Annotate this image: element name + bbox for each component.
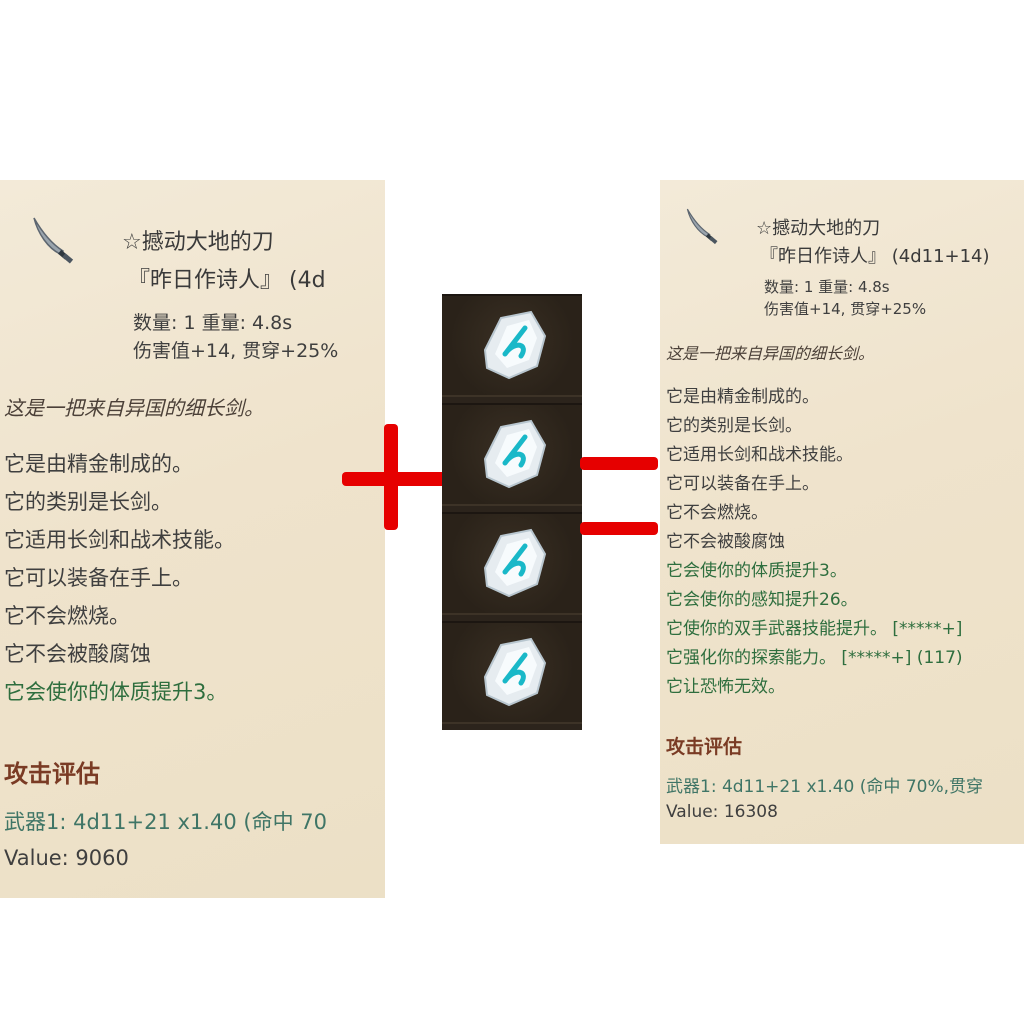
gem-icon xyxy=(483,310,547,380)
item-description: 这是一把来自异国的细长剑。 xyxy=(4,396,264,420)
weapon-line: 武器1: 4d11+21 x1.40 (命中 70 xyxy=(4,810,327,834)
weapon-line: 武器1: 4d11+21 x1.40 (命中 70%,贯穿 xyxy=(666,777,984,797)
stats-line-quantity-weight: 数量: 1 重量: 4.8s xyxy=(764,278,890,296)
gem-stack xyxy=(442,294,582,730)
equals-top-stroke xyxy=(580,457,658,470)
gem-icon xyxy=(483,528,547,598)
property-line: 它是由精金制成的。 xyxy=(4,452,193,476)
sword-icon xyxy=(686,208,718,245)
attack-evaluation-header: 攻击评估 xyxy=(666,736,743,758)
item-tooltip-after: ☆撼动大地的刀 『昨日作诗人』 (4d11+14) 数量: 1 重量: 4.8s… xyxy=(660,180,1024,844)
enchantment-line: 它强化你的探索能力。 [*****+] (117) xyxy=(666,648,963,668)
property-line: 它可以装备在手上。 xyxy=(666,474,819,494)
item-value: Value: 9060 xyxy=(4,846,129,870)
enchantment-line: 它使你的双手武器技能提升。 [*****+] xyxy=(666,619,963,639)
gem-slot[interactable] xyxy=(442,294,582,397)
property-line: 它不会燃烧。 xyxy=(666,503,768,523)
item-name: ☆撼动大地的刀 xyxy=(122,230,274,255)
property-line: 它是由精金制成的。 xyxy=(666,387,819,407)
item-name: ☆撼动大地的刀 xyxy=(756,218,881,239)
enchantment-line: 它会使你的体质提升3。 xyxy=(666,561,847,581)
property-line: 它的类别是长剑。 xyxy=(4,490,172,514)
gem-slot[interactable] xyxy=(442,512,582,615)
gem-icon xyxy=(483,419,547,489)
enchantment-line: 它会使你的体质提升3。 xyxy=(4,680,228,704)
property-line: 它的类别是长剑。 xyxy=(666,416,802,436)
property-line: 它适用长剑和战术技能。 xyxy=(4,528,235,552)
stats-line-quantity-weight: 数量: 1 重量: 4.8s xyxy=(133,312,293,334)
attack-evaluation-header: 攻击评估 xyxy=(4,760,100,788)
equals-bottom-stroke xyxy=(580,522,658,535)
enchantment-line: 它会使你的感知提升26。 xyxy=(666,590,858,610)
property-line: 它不会被酸腐蚀 xyxy=(4,642,151,666)
gem-slot[interactable] xyxy=(442,403,582,506)
item-tooltip-before: ☆撼动大地的刀 『昨日作诗人』 (4d 数量: 1 重量: 4.8s 伤害值+1… xyxy=(0,180,385,898)
property-line: 它不会被酸腐蚀 xyxy=(666,532,785,552)
stats-line-damage: 伤害值+14, 贯穿+25% xyxy=(764,300,927,318)
gem-slot[interactable] xyxy=(442,621,582,724)
stats-line-damage: 伤害值+14, 贯穿+25% xyxy=(133,340,339,362)
property-line: 它可以装备在手上。 xyxy=(4,566,193,590)
plus-vertical-stroke xyxy=(384,424,398,530)
property-line: 它适用长剑和战术技能。 xyxy=(666,445,853,465)
item-subtitle: 『昨日作诗人』 (4d11+14) xyxy=(760,246,990,267)
gem-icon xyxy=(483,637,547,707)
item-value: Value: 16308 xyxy=(666,802,778,822)
enchantment-line: 它让恐怖无效。 xyxy=(666,677,785,697)
property-line: 它不会燃烧。 xyxy=(4,604,130,628)
item-description: 这是一把来自异国的细长剑。 xyxy=(666,344,875,363)
sword-icon xyxy=(33,217,74,264)
item-subtitle: 『昨日作诗人』 (4d xyxy=(128,268,326,293)
